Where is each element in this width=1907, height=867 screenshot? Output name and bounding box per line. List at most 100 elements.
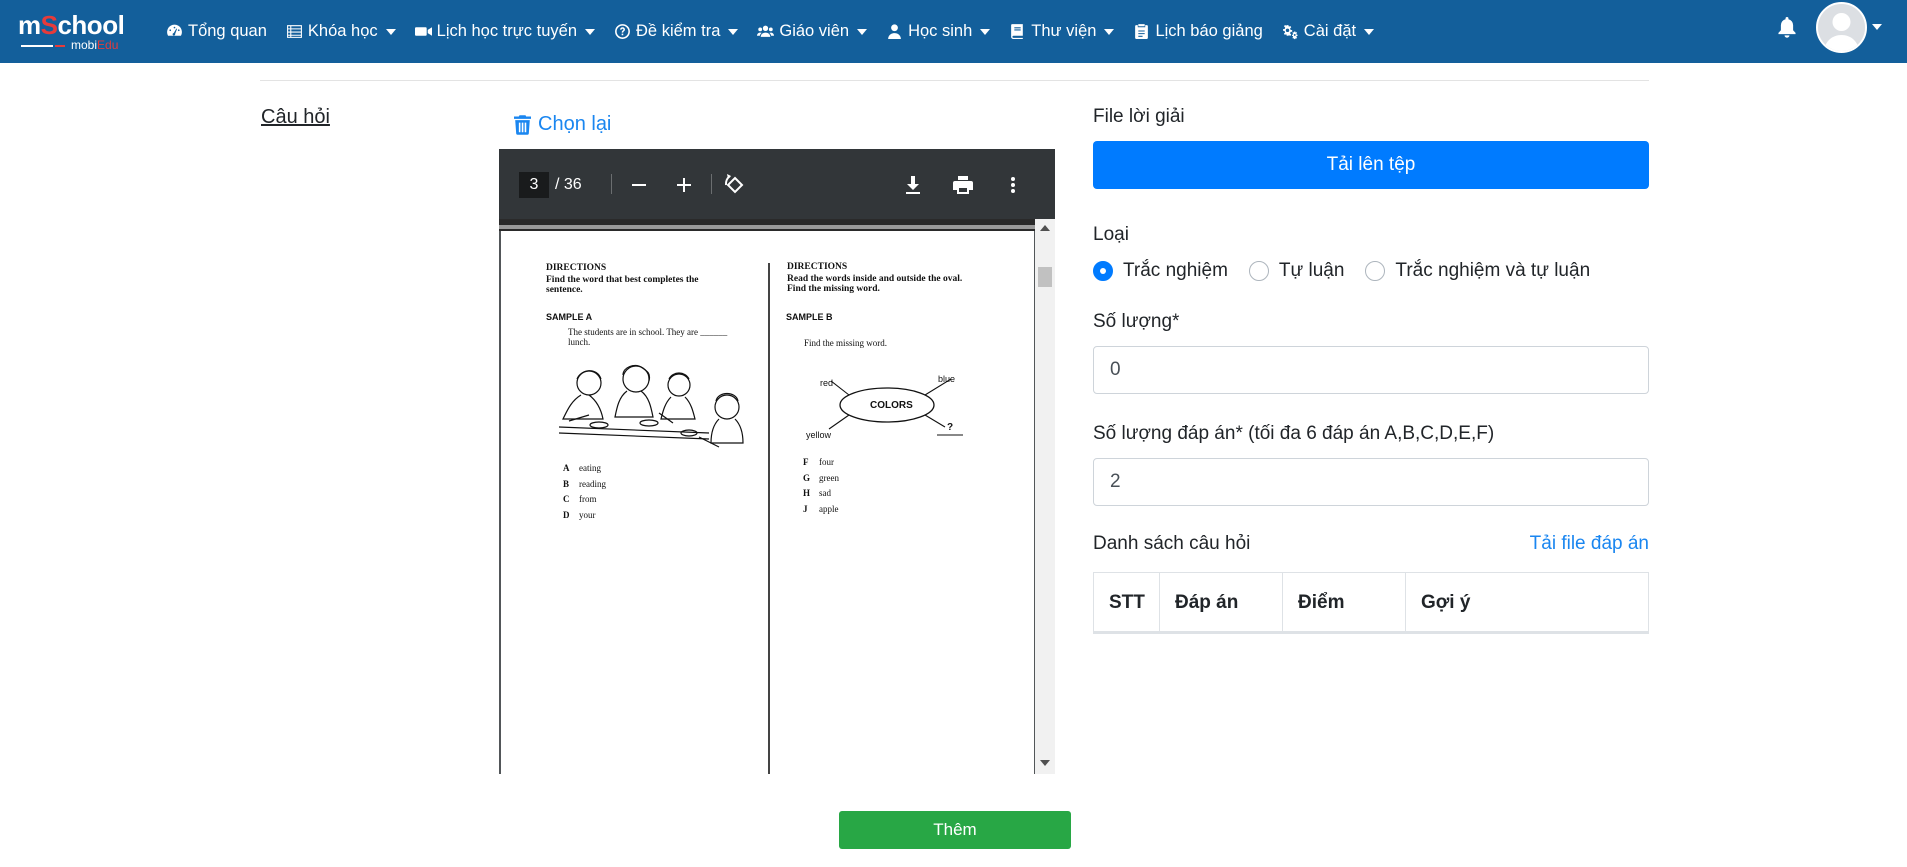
doc-left-sentence-2: lunch.	[568, 337, 591, 347]
chevron-down-icon	[980, 28, 991, 35]
pdf-toolbar: 3 / 36	[499, 149, 1055, 219]
table-header-stt: STT	[1094, 573, 1160, 632]
doc-option-h: Hsad	[803, 488, 831, 498]
table-header-answer: Đáp án	[1160, 573, 1283, 632]
reselect-label: Chọn lại	[538, 113, 612, 135]
clipboard-icon	[1133, 23, 1150, 40]
nav-item-label: Lịch học trực tuyến	[436, 22, 578, 40]
list-icon	[286, 23, 303, 40]
page-number-input[interactable]: 3	[519, 172, 549, 198]
zoom-in-button[interactable]	[670, 171, 698, 199]
pdf-scrollbar[interactable]	[1035, 219, 1055, 774]
nav-item-label: Đề kiểm tra	[636, 22, 721, 40]
nav-item-label: Tổng quan	[188, 22, 267, 40]
pdf-page-edge	[499, 225, 1035, 229]
doc-left-instruction-1: Find the word that best completes the	[546, 275, 699, 285]
radio-essay[interactable]: Tự luận	[1248, 260, 1345, 282]
radio-label: Tự luận	[1278, 260, 1345, 281]
web-word-yellow: yellow	[806, 430, 832, 440]
page-total: / 36	[555, 176, 582, 193]
web-word-blue: blue	[938, 374, 956, 384]
add-button[interactable]: Thêm	[839, 811, 1071, 849]
table-header-hint: Gợi ý	[1421, 591, 1471, 613]
gears-icon	[1282, 23, 1299, 40]
nav-item-courses[interactable]: Khóa học	[286, 22, 396, 41]
doc-option-a: Aeating	[563, 463, 601, 473]
doc-right-heading: DIRECTIONS	[787, 262, 848, 272]
answer-count-input[interactable]: 2	[1093, 458, 1649, 506]
zoom-out-button[interactable]	[625, 171, 653, 199]
bell-icon[interactable]	[1777, 17, 1797, 39]
nav-item-students[interactable]: Học sinh	[886, 22, 991, 41]
doc-left-heading: DIRECTIONS	[546, 263, 607, 273]
doc-right-prompt: Find the missing word.	[804, 338, 888, 348]
pdf-viewer[interactable]: 3 / 36 DIRECTIONS Find the word that bes…	[499, 149, 1055, 774]
user-avatar-icon	[1818, 4, 1865, 51]
radio-indicator[interactable]	[1248, 261, 1269, 281]
nav-item-lesson-schedule[interactable]: Lịch báo giảng	[1133, 22, 1263, 41]
quantity-input[interactable]: 0	[1093, 346, 1649, 394]
download-button[interactable]	[899, 171, 927, 199]
doc-option-b: Breading	[563, 479, 606, 489]
logo-text: mSchool	[18, 10, 125, 40]
pdf-page: DIRECTIONS Find the word that best compl…	[501, 231, 1034, 774]
content-divider	[260, 80, 1649, 81]
nav-item-overview[interactable]: Tổng quan	[166, 22, 267, 41]
radio-indicator[interactable]	[1093, 261, 1113, 281]
dashboard-icon	[166, 23, 183, 40]
nav-item-settings[interactable]: Cài đặt	[1282, 22, 1375, 41]
rotate-button[interactable]	[721, 171, 749, 199]
chevron-down-icon	[1104, 28, 1115, 35]
download-icon	[906, 176, 920, 194]
nav-item-label: Giáo viên	[779, 22, 850, 40]
doc-option-g: Ggreen	[803, 473, 839, 483]
avatar[interactable]	[1816, 2, 1867, 53]
nav-item-label: Lịch báo giảng	[1155, 22, 1263, 40]
users-icon	[757, 23, 775, 40]
print-button[interactable]	[949, 171, 977, 199]
doc-left-instruction-2: sentence.	[546, 285, 583, 295]
radio-label: Trắc nghiệm	[1123, 260, 1228, 281]
doc-right-instruction-1: Read the words inside and outside the ov…	[787, 274, 963, 284]
nav-item-library[interactable]: Thư viện	[1009, 22, 1115, 41]
scroll-down-icon[interactable]	[1040, 760, 1050, 766]
logo-accent-dash	[55, 45, 65, 47]
scroll-thumb[interactable]	[1038, 267, 1052, 287]
chevron-down-icon[interactable]	[1872, 24, 1882, 30]
web-missing-word: ?	[947, 422, 954, 433]
mschool-logo[interactable]: mSchool mobiEdu	[18, 10, 143, 54]
doc-sample-b: SAMPLE B	[786, 312, 833, 322]
video-icon	[414, 23, 432, 40]
toolbar-divider	[711, 174, 712, 194]
upload-file-button[interactable]: Tải lên tệp	[1093, 141, 1649, 189]
radio-multiple-choice[interactable]: Trắc nghiệm	[1093, 260, 1228, 282]
logo-underline	[21, 45, 53, 47]
scroll-up-icon[interactable]	[1040, 225, 1050, 231]
main-nav: Tổng quan Khóa học Lịch học trực tuyến Đ…	[166, 0, 1393, 63]
more-options-button[interactable]	[999, 171, 1027, 199]
doc-column-divider	[768, 263, 770, 774]
reselect-button[interactable]: Chọn lại	[514, 113, 611, 136]
chevron-down-icon	[1364, 28, 1375, 35]
doc-right-instruction-2: Find the missing word.	[787, 284, 880, 294]
user-icon	[886, 23, 903, 40]
students-eating-illustration	[559, 364, 744, 448]
nav-item-tests[interactable]: Đề kiểm tra	[614, 22, 739, 41]
plus-icon	[677, 178, 691, 192]
nav-item-label: Cài đặt	[1303, 22, 1357, 40]
doc-option-c: Cfrom	[563, 494, 597, 504]
nav-item-online-schedule[interactable]: Lịch học trực tuyến	[414, 22, 596, 41]
web-word-red: red	[820, 378, 834, 388]
radio-indicator[interactable]	[1365, 261, 1386, 281]
vertical-dots-icon	[1011, 177, 1015, 193]
logo-subtext: mobiEdu	[71, 38, 119, 52]
nav-item-label: Học sinh	[908, 22, 973, 40]
chevron-down-icon	[857, 28, 868, 35]
nav-item-teachers[interactable]: Giáo viên	[757, 22, 868, 41]
radio-multiple-choice-and-essay[interactable]: Trắc nghiệm và tự luận	[1365, 260, 1590, 282]
solution-file-label: File lời giải	[1093, 106, 1185, 127]
download-answer-file-link[interactable]: Tải file đáp án	[1530, 533, 1649, 555]
top-navbar: mSchool mobiEdu Tổng quan Khóa học Lịch …	[0, 0, 1907, 63]
question-list-label: Danh sách câu hỏi	[1093, 533, 1251, 554]
web-center-word: COLORS	[870, 400, 913, 411]
